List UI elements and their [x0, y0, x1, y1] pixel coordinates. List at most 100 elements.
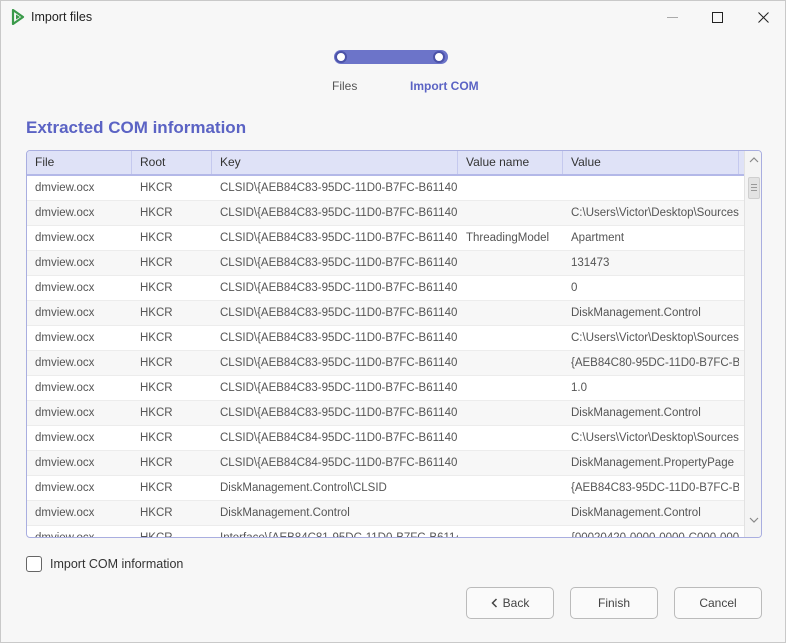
wizard-stepper	[331, 48, 451, 68]
scroll-up-icon[interactable]	[745, 155, 761, 171]
cell-value-name	[458, 326, 563, 351]
table-row[interactable]: dmview.ocx HKCR CLSID\{AEB84C83-95DC-11D0-…	[27, 376, 744, 401]
cell-value: 1.0	[571, 382, 587, 394]
cell-root: HKCR	[140, 407, 173, 419]
cell-key: CLSID\{AEB84C83-95DC-11D0-B7FC-B61140119	[220, 232, 458, 244]
import-com-checkbox[interactable]	[26, 556, 42, 572]
back-button[interactable]: Back	[466, 587, 554, 619]
cell-value-name	[458, 351, 563, 376]
cancel-button[interactable]: Cancel	[674, 587, 762, 619]
finish-label: Finish	[597, 596, 630, 610]
cell-value: DiskManagement.PropertyPage	[571, 457, 734, 469]
grip-line	[751, 190, 757, 191]
import-files-window: Import files Files Import COM Extracted …	[0, 0, 786, 643]
cell-value-name	[458, 376, 563, 401]
column-header-root[interactable]: Root	[132, 151, 212, 174]
cell-value-name	[458, 201, 563, 226]
grid-rows: dmview.ocx HKCR CLSID\{AEB84C83-95DC-11D0-…	[27, 176, 744, 538]
cell-file: dmview.ocx	[35, 282, 95, 294]
cell-file: dmview.ocx	[35, 207, 95, 219]
table-row[interactable]: dmview.ocx HKCR CLSID\{AEB84C83-95DC-11D0-…	[27, 301, 744, 326]
maximize-icon	[711, 11, 723, 23]
table-row[interactable]: dmview.ocx HKCR CLSID\{AEB84C83-95DC-11D0-…	[27, 326, 744, 351]
cell-root: HKCR	[140, 357, 173, 369]
stepper-track	[334, 50, 448, 64]
cell-value-name	[458, 301, 563, 326]
com-info-grid: File Root Key Value name Value dmview.oc…	[26, 150, 762, 538]
column-header-key[interactable]: Key	[212, 151, 458, 174]
import-com-label[interactable]: Import COM information	[50, 557, 183, 571]
cell-file: dmview.ocx	[35, 357, 95, 369]
cell-key: CLSID\{AEB84C83-95DC-11D0-B7FC-B61140119	[220, 407, 458, 419]
close-button[interactable]	[740, 1, 786, 33]
minimize-button[interactable]	[649, 1, 695, 33]
cell-root: HKCR	[140, 282, 173, 294]
cell-value-name	[458, 451, 563, 476]
cell-file: dmview.ocx	[35, 332, 95, 344]
column-header-file[interactable]: File	[27, 151, 132, 174]
vertical-scrollbar[interactable]	[744, 151, 761, 537]
cell-file: dmview.ocx	[35, 407, 95, 419]
back-label: Back	[502, 596, 530, 610]
cell-file: dmview.ocx	[35, 182, 95, 194]
table-row[interactable]: dmview.ocx HKCR Interface\{AEB84C81-95DC-1…	[27, 526, 744, 538]
chevron-left-icon	[491, 598, 497, 608]
cell-value: DiskManagement.Control	[571, 507, 701, 519]
window-title: Import files	[31, 10, 93, 24]
app-logo-icon	[11, 9, 25, 25]
scrollbar-thumb[interactable]	[748, 177, 760, 199]
cell-value: DiskManagement.Control	[571, 307, 701, 319]
grid-header: File Root Key Value name Value	[27, 151, 744, 176]
cell-root: HKCR	[140, 257, 173, 269]
section-title: Extracted COM information	[26, 118, 247, 137]
cell-root: HKCR	[140, 332, 173, 344]
table-row[interactable]: dmview.ocx HKCR CLSID\{AEB84C83-95DC-11D0-…	[27, 201, 744, 226]
cell-file: dmview.ocx	[35, 532, 95, 538]
cell-root: HKCR	[140, 432, 173, 444]
cell-key: CLSID\{AEB84C83-95DC-11D0-B7FC-B61140119	[220, 207, 458, 219]
cell-value-name: ThreadingModel	[466, 232, 550, 244]
cell-key: CLSID\{AEB84C83-95DC-11D0-B7FC-B61140119	[220, 182, 458, 194]
cell-value: Apartment	[571, 232, 625, 244]
finish-button[interactable]: Finish	[570, 587, 658, 619]
table-row[interactable]: dmview.ocx HKCR CLSID\{AEB84C83-95DC-11D0-…	[27, 401, 744, 426]
cell-value-name	[458, 526, 563, 537]
column-header-value-name[interactable]: Value name	[458, 151, 563, 174]
cell-value-name	[458, 501, 563, 526]
cell-value: {AEB84C80-95DC-11D0-B7FC-B61	[571, 357, 739, 369]
table-row[interactable]: dmview.ocx HKCR DiskManagement.Control\CLS…	[27, 476, 744, 501]
cell-root: HKCR	[140, 232, 173, 244]
cell-value: {AEB84C83-95DC-11D0-B7FC-B61	[571, 482, 739, 494]
step-dot-import-com[interactable]	[433, 51, 445, 63]
table-row[interactable]: dmview.ocx HKCR CLSID\{AEB84C83-95DC-11D0-…	[27, 226, 744, 251]
cell-root: HKCR	[140, 507, 173, 519]
cell-root: HKCR	[140, 307, 173, 319]
cancel-label: Cancel	[699, 596, 737, 610]
cell-value: C:\Users\Victor\Desktop\Sources\	[571, 432, 739, 444]
close-icon	[757, 11, 769, 23]
cell-value-name	[458, 401, 563, 426]
table-row[interactable]: dmview.ocx HKCR CLSID\{AEB84C83-95DC-11D0-…	[27, 351, 744, 376]
step-dot-files[interactable]	[335, 51, 347, 63]
cell-value: 131473	[571, 257, 610, 269]
cell-file: dmview.ocx	[35, 232, 95, 244]
table-row[interactable]: dmview.ocx HKCR DiskManagement.Control Disk…	[27, 501, 744, 526]
table-row[interactable]: dmview.ocx HKCR CLSID\{AEB84C83-95DC-11D0-…	[27, 251, 744, 276]
cell-file: dmview.ocx	[35, 432, 95, 444]
import-com-option[interactable]: Import COM information	[26, 555, 183, 573]
cell-value-name	[458, 426, 563, 451]
cell-value: {00020420-0000-0000-C000-0000	[571, 532, 739, 538]
column-header-value[interactable]: Value	[563, 151, 739, 174]
cell-key: CLSID\{AEB84C83-95DC-11D0-B7FC-B61140119	[220, 307, 458, 319]
table-row[interactable]: dmview.ocx HKCR CLSID\{AEB84C83-95DC-11D0-…	[27, 276, 744, 301]
scroll-down-icon[interactable]	[745, 515, 761, 531]
step-label-import-com[interactable]: Import COM	[410, 79, 479, 93]
table-row[interactable]: dmview.ocx HKCR CLSID\{AEB84C84-95DC-11D0-…	[27, 426, 744, 451]
maximize-button[interactable]	[694, 1, 740, 33]
cell-key: DiskManagement.Control\CLSID	[220, 482, 387, 494]
step-label-files[interactable]: Files	[332, 79, 357, 93]
table-row[interactable]: dmview.ocx HKCR CLSID\{AEB84C83-95DC-11D0-…	[27, 176, 744, 201]
cell-key: CLSID\{AEB84C83-95DC-11D0-B7FC-B61140119	[220, 357, 458, 369]
table-row[interactable]: dmview.ocx HKCR CLSID\{AEB84C84-95DC-11D0-…	[27, 451, 744, 476]
cell-value-name	[458, 176, 563, 201]
